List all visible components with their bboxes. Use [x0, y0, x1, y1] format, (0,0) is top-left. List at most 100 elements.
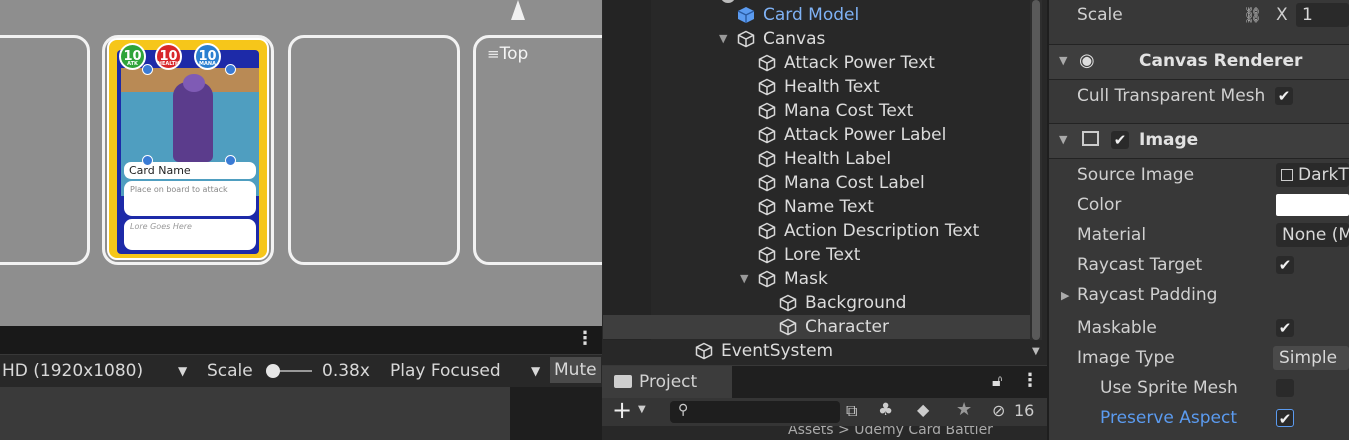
dropdown-arrow-icon[interactable]: ▼ [531, 364, 540, 378]
rect-handle[interactable] [142, 64, 153, 75]
gameobject-cube-icon [695, 342, 713, 360]
hierarchy-item-eventsystem[interactable]: EventSystem [651, 339, 1041, 363]
use-sprite-mesh-checkbox[interactable] [1276, 379, 1294, 397]
card-description-text: Place on board to attack [124, 181, 256, 216]
gameobject-cube-icon [758, 270, 776, 288]
filter-by-type-icon[interactable]: ♣ [878, 400, 893, 420]
expand-arrow-icon[interactable]: ▶ [1061, 289, 1069, 302]
create-plus-icon[interactable]: + [612, 396, 632, 424]
favorite-star-icon[interactable]: ★ [956, 399, 972, 420]
collapse-arrow-icon[interactable]: ▼ [1059, 54, 1067, 67]
image-type-dropdown[interactable]: Simple [1273, 346, 1349, 370]
game-view-toolbar: HD (1920x1080) ▼ Scale 0.38x Play Focuse… [0, 355, 602, 387]
scale-value: 0.38x [322, 361, 370, 381]
image-enabled-checkbox[interactable]: ✔ [1111, 131, 1129, 149]
maskable-checkbox[interactable]: ✔ [1276, 319, 1294, 337]
hierarchy-item-action-description-text[interactable]: Action Description Text [651, 219, 1012, 243]
hierarchy-item-mask[interactable]: ▼ Mask [651, 267, 1012, 291]
raycast-target-label: Raycast Target [1077, 255, 1203, 275]
hierarchy-item-canvas[interactable]: ▼ Canvas [651, 27, 1012, 51]
canvas-renderer-header[interactable]: ▼ ◉ Canvas Renderer [1049, 44, 1349, 80]
hierarchy-scrollbar-thumb[interactable] [1032, 0, 1040, 340]
gameobject-cube-icon [779, 318, 797, 336]
lock-icon[interactable]: 🔓︎ [992, 371, 1002, 391]
gameobject-cube-icon [758, 126, 776, 144]
character-head [183, 74, 205, 92]
hierarchy-item-health-label[interactable]: Health Label [651, 147, 1012, 171]
search-by-type-icon[interactable]: ⧉ [846, 401, 857, 421]
project-search-input[interactable]: ⚲ [670, 401, 840, 423]
hierarchy-item-attack-power-label[interactable]: Attack Power Label [651, 123, 1012, 147]
raycast-target-checkbox[interactable]: ✔ [1276, 256, 1294, 274]
scale-label: Scale [207, 361, 253, 381]
hierarchy-item-attack-power-text[interactable]: Attack Power Text [651, 51, 1012, 75]
hierarchy-item-character[interactable]: Character [603, 315, 1030, 339]
hidden-count: 16 [1014, 401, 1035, 420]
hierarchy-item-health-text[interactable]: Health Text [651, 75, 1012, 99]
project-breadcrumb[interactable]: Assets > Udemy Card Battler [602, 426, 1047, 440]
health-stat: 10 HEALTH [155, 43, 182, 70]
search-icon: ⚲ [678, 402, 689, 418]
scale-x-field[interactable]: 1 [1296, 3, 1349, 27]
label-tag-icon[interactable]: ◆ [917, 400, 929, 419]
rect-handle[interactable] [225, 155, 236, 166]
raycast-padding-label[interactable]: Raycast Padding [1077, 285, 1217, 305]
gameobject-cube-icon [779, 294, 797, 312]
expand-arrow-icon[interactable]: ▼ [740, 267, 748, 291]
cull-transparent-mesh-checkbox[interactable]: ✔ [1275, 87, 1293, 105]
eye-icon: ◉ [1079, 50, 1095, 71]
more-options-icon[interactable]: ⋮ [576, 328, 594, 349]
dropdown-arrow-icon[interactable]: ▼ [638, 404, 646, 415]
cull-transparent-mesh-label: Cull Transparent Mesh [1077, 86, 1266, 106]
card-slot [473, 35, 602, 265]
source-image-field[interactable]: DarkT [1276, 163, 1349, 187]
mute-audio-toggle[interactable]: Mute [550, 357, 601, 383]
sprite-icon [1281, 169, 1293, 181]
resolution-dropdown[interactable]: HD (1920x1080) [2, 361, 143, 381]
gameobject-cube-icon [758, 222, 776, 240]
rect-handle[interactable] [225, 64, 236, 75]
dropdown-arrow-icon[interactable]: ▼ [178, 364, 187, 378]
play-mode-dropdown[interactable]: Play Focused [390, 361, 501, 381]
image-type-label: Image Type [1077, 348, 1175, 368]
hierarchy-item-card-model[interactable]: Card Model [651, 0, 1012, 27]
link-icon[interactable]: ⛓ [1243, 6, 1262, 24]
hierarchy-gutter [603, 0, 651, 340]
rect-handle[interactable] [142, 155, 153, 166]
hierarchy-item-mana-cost-label[interactable]: Mana Cost Label [651, 171, 1012, 195]
gameobject-cube-icon [758, 78, 776, 96]
color-swatch[interactable] [1276, 194, 1349, 216]
hierarchy-item-background[interactable]: Background [651, 291, 1012, 315]
image-component-header[interactable]: ▼ ✔ Image [1049, 123, 1349, 159]
gameobject-cube-icon [758, 246, 776, 264]
hierarchy-item-mana-cost-text[interactable]: Mana Cost Text [651, 99, 1012, 123]
card-slot [288, 35, 460, 265]
preserve-aspect-checkbox[interactable]: ✔ [1276, 409, 1294, 428]
material-field[interactable]: None (M [1276, 223, 1349, 247]
object-icon [721, 0, 735, 3]
expand-arrow-icon[interactable]: ▼ [719, 27, 727, 51]
game-view-divider: ⋮ [0, 326, 602, 354]
card-preview[interactable]: 10 ATK 10 HEALTH 10 MANA Card Name Place on… [107, 38, 269, 260]
collapse-arrow-icon[interactable]: ▼ [1059, 133, 1067, 146]
source-image-label: Source Image [1077, 165, 1195, 185]
hidden-eye-icon[interactable]: ⊘ [992, 401, 1005, 420]
more-options-icon[interactable]: ⋮ [1021, 370, 1039, 391]
gameobject-cube-icon [758, 198, 776, 216]
card-slot [0, 35, 90, 265]
character-figure [173, 82, 213, 162]
hierarchy-item-lore-text[interactable]: Lore Text [651, 243, 1012, 267]
game-canvas[interactable]: ≡Top 10 ATK 10 HEALTH 10 MANA Card Name Pla… [0, 0, 602, 326]
scale-slider-thumb[interactable] [266, 364, 280, 378]
gameobject-cube-icon [758, 174, 776, 192]
pivot-gizmo[interactable] [511, 0, 525, 20]
material-label: Material [1077, 225, 1147, 245]
gameobject-cube-icon [758, 54, 776, 72]
hierarchy-item-name-text[interactable]: Name Text [651, 195, 1012, 219]
hierarchy-tree: Card Model ▼ Canvas Attack Power Text He… [603, 0, 1030, 340]
scroll-down-arrow-icon[interactable]: ▼ [1032, 346, 1040, 357]
gameobject-cube-icon [758, 150, 776, 168]
tab-project[interactable]: Project [602, 366, 732, 398]
mana-stat: 10 MANA [194, 43, 221, 70]
slot-top-label: ≡Top [487, 44, 529, 64]
